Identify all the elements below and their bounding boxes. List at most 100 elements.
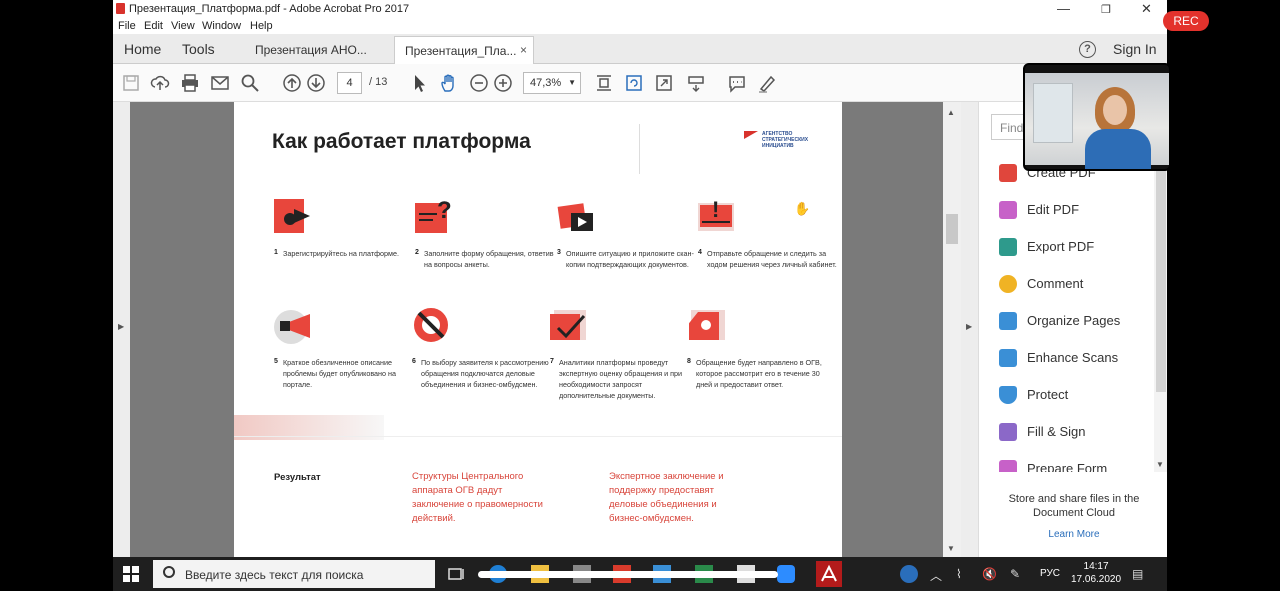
previous-page-icon[interactable]: [282, 73, 302, 93]
document-viewer[interactable]: ▶ Как работает платформа АГЕНТСТВО СТРАТ…: [113, 102, 978, 557]
nav-home[interactable]: Home: [124, 41, 161, 57]
tray-chevron-icon[interactable]: ︿: [930, 567, 942, 584]
print-icon[interactable]: [180, 73, 200, 93]
acrobat-taskbar-icon[interactable]: [816, 561, 842, 587]
step-text: Заполните форму обращения, ответив на во…: [424, 249, 554, 269]
checkmark-review-icon: [550, 308, 588, 342]
tool-label: Comment: [1027, 276, 1084, 291]
clock-time: 14:17: [1083, 561, 1109, 572]
register-icon: [274, 199, 312, 233]
help-icon[interactable]: ?: [1079, 41, 1096, 58]
screen: Презентация_Платформа.pdf - Adobe Acroba…: [113, 0, 1167, 591]
webcam-person-face: [1103, 95, 1127, 125]
publish-megaphone-icon: [274, 308, 312, 344]
result-text-1: Структуры Центрального аппарата ОГВ даду…: [412, 471, 543, 524]
scrollbar-thumb[interactable]: [946, 214, 958, 244]
webcam-overlay[interactable]: [1023, 63, 1171, 171]
close-button[interactable]: ✕: [1141, 1, 1152, 17]
menu-help[interactable]: Help: [250, 20, 273, 32]
comment-icon[interactable]: [727, 73, 747, 93]
webcam-person-body: [1085, 129, 1151, 169]
windows-start-icon[interactable]: [123, 566, 139, 582]
comment-bubble-icon: [999, 275, 1017, 293]
zoom-in-icon[interactable]: [493, 73, 513, 93]
tool-fill-sign[interactable]: Fill & Sign: [999, 421, 1159, 443]
step-number: 4: [698, 249, 702, 256]
tool-protect[interactable]: Protect: [999, 384, 1159, 406]
rotate-view-icon[interactable]: [624, 73, 644, 93]
tool-export-pdf[interactable]: Export PDF: [999, 236, 1159, 258]
system-clock[interactable]: 14:17 17.06.2020: [1071, 560, 1121, 586]
menu-view[interactable]: View: [171, 20, 195, 32]
result-label: Результат: [274, 472, 321, 483]
step-text: Опишите ситуацию и приложите скан-копии …: [566, 249, 694, 269]
scroll-mode-icon[interactable]: [686, 73, 706, 93]
pdf-page: Как работает платформа АГЕНТСТВО СТРАТЕГ…: [234, 102, 842, 557]
tool-organize-pages[interactable]: Organize Pages: [999, 310, 1159, 332]
scroll-up-icon[interactable]: ▲: [947, 108, 955, 117]
help-circle-icon[interactable]: [900, 565, 918, 583]
input-language[interactable]: РУС: [1040, 568, 1060, 579]
menu-file[interactable]: File: [118, 20, 136, 32]
full-screen-icon[interactable]: [654, 73, 674, 93]
volume-muted-icon[interactable]: 🔇: [982, 567, 997, 581]
scroll-down-icon[interactable]: ▼: [947, 544, 955, 553]
tool-label: Protect: [1027, 387, 1069, 402]
document-scrollbar[interactable]: ▲ ▼: [943, 102, 961, 557]
upload-cloud-icon[interactable]: [150, 73, 170, 93]
search-icon: [163, 566, 175, 578]
right-panel-toggle[interactable]: ▶: [961, 102, 978, 557]
save-icon[interactable]: [121, 73, 141, 93]
tool-prepare-form[interactable]: Prepare Form: [999, 458, 1159, 472]
form-question-icon: ?: [415, 197, 453, 233]
menu-window[interactable]: Window: [202, 20, 241, 32]
collapse-right-icon[interactable]: ▶: [966, 322, 972, 331]
sign-in-link[interactable]: Sign In: [1113, 41, 1157, 57]
chevron-down-icon[interactable]: ▼: [1156, 460, 1164, 469]
step-text: Аналитики платформы проведут экспертную …: [559, 358, 683, 400]
network-icon[interactable]: ⌇: [956, 567, 962, 581]
search-icon[interactable]: [240, 73, 260, 93]
hand-tool-icon[interactable]: [439, 73, 459, 93]
minimize-button[interactable]: —: [1057, 1, 1070, 16]
step-text: Обращение будет направлено в ОГВ, которо…: [696, 358, 822, 389]
taskbar-search[interactable]: Введите здесь текст для поиска: [153, 560, 435, 588]
chevron-down-icon: ▼: [568, 78, 576, 87]
left-panel-toggle[interactable]: ▶: [113, 102, 130, 557]
step-number: 5: [274, 358, 278, 365]
tool-edit-pdf[interactable]: Edit PDF: [999, 199, 1159, 221]
title-bar: Презентация_Платформа.pdf - Adobe Acroba…: [113, 0, 1167, 18]
page-fit-icon[interactable]: [594, 73, 614, 93]
notifications-icon[interactable]: ▤: [1132, 567, 1143, 581]
expand-left-icon[interactable]: ▶: [118, 322, 124, 331]
page-number-input[interactable]: 4: [337, 72, 362, 94]
screen-share-bar[interactable]: [478, 571, 778, 578]
tool-enhance-scans[interactable]: Enhance Scans: [999, 347, 1159, 369]
step-text: Зарегистрируйтесь на платформе.: [283, 249, 399, 258]
tab-bar: Home Tools Презентация АНО... Презентаци…: [113, 34, 1167, 64]
pen-icon[interactable]: ✎: [1010, 567, 1020, 581]
menu-edit[interactable]: Edit: [144, 20, 163, 32]
tab-document-1[interactable]: Презентация АНО...: [245, 36, 393, 64]
next-page-icon[interactable]: [306, 73, 326, 93]
logo-mark-icon: [744, 131, 758, 139]
tab-document-2[interactable]: Презентация_Плa... ×: [394, 36, 534, 64]
upload-documents-icon: [557, 199, 595, 233]
page-total: / 13: [369, 76, 388, 88]
divider: [234, 436, 842, 437]
tab-close-icon[interactable]: ×: [520, 43, 527, 57]
learn-more-link[interactable]: Learn More: [999, 529, 1149, 540]
tool-comment[interactable]: Comment: [999, 273, 1159, 295]
task-view-icon[interactable]: [447, 565, 465, 583]
scanner-icon: [999, 349, 1017, 367]
step-number: 7: [550, 358, 554, 365]
email-icon[interactable]: [210, 73, 230, 93]
zoom-app-icon[interactable]: [777, 565, 795, 583]
highlight-pen-icon[interactable]: [757, 73, 777, 93]
nav-tools[interactable]: Tools: [182, 41, 215, 57]
zoom-out-icon[interactable]: [469, 73, 489, 93]
select-cursor-icon[interactable]: [409, 73, 429, 93]
maximize-button[interactable]: ❐: [1101, 3, 1111, 16]
zoom-select[interactable]: 47,3% ▼: [523, 72, 581, 94]
tool-label: Organize Pages: [1027, 313, 1121, 328]
